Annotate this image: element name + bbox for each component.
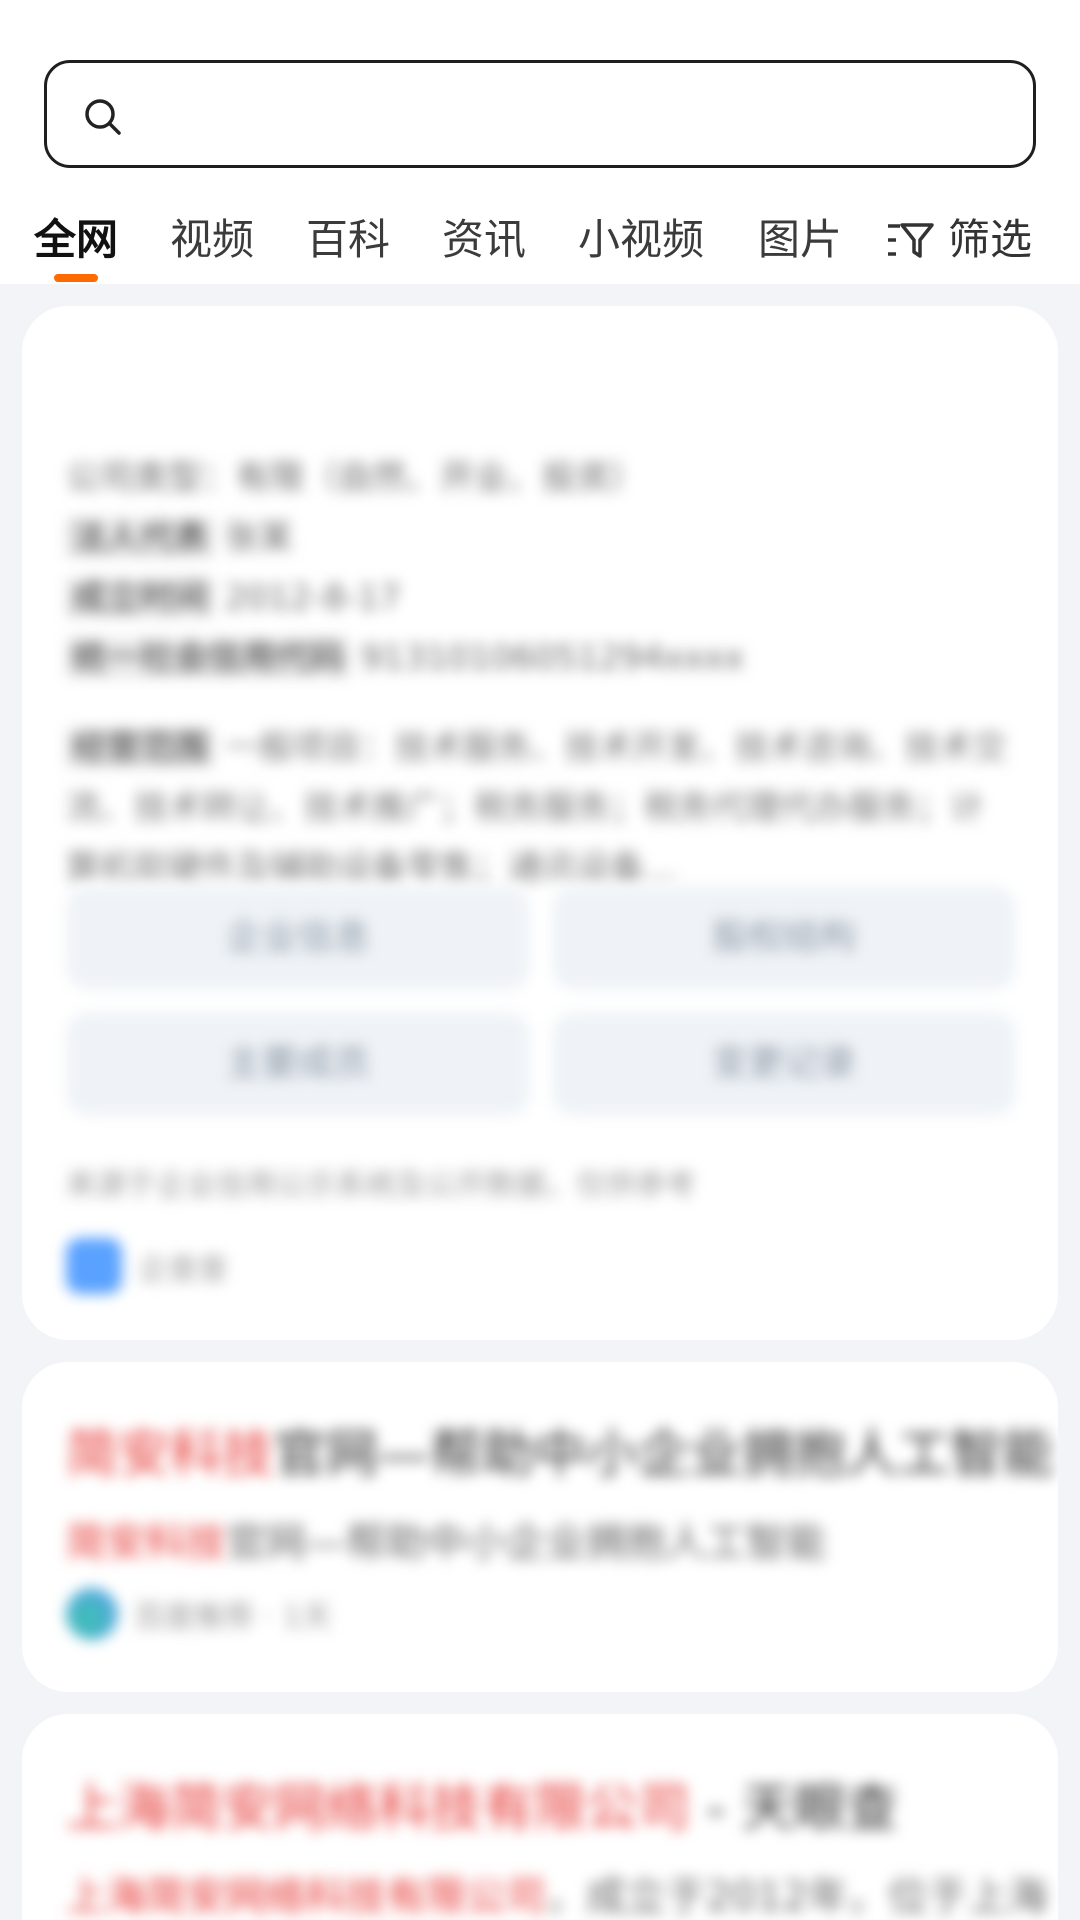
result-snippet: 上海简安网络科技有限公司，成立于2012年，位于上海 bbox=[66, 1864, 1048, 1920]
company-info-card[interactable]: 公司类型：有限（自然、开业、投资） 法人代表 张某 成立时间 2012-8-17… bbox=[22, 306, 1058, 1340]
company-info-button[interactable]: 企业信息 bbox=[66, 886, 530, 990]
tab-news[interactable]: 资讯 bbox=[442, 206, 526, 267]
title-rest: 官网—帮助中小企业拥抱人工智能 bbox=[274, 1425, 1055, 1485]
result-card-official-site[interactable]: 简安科技官网—帮助中小企业拥抱人工智能 简安科技官网—帮助中小企业拥抱人工智能 … bbox=[22, 1362, 1058, 1692]
filter-label: 筛选 bbox=[948, 215, 1033, 264]
source-logo-icon bbox=[66, 1238, 122, 1294]
source-name: 企查查 bbox=[138, 1252, 228, 1287]
filter-icon bbox=[888, 223, 934, 258]
snippet-rest: ，成立于2012年，位于上海 bbox=[546, 1874, 1048, 1920]
founded-date-line: 成立时间 2012-8-17 bbox=[66, 570, 401, 619]
result-title[interactable]: 简安科技官网—帮助中小企业拥抱人工智能 bbox=[66, 1412, 1054, 1487]
card-description: 来源于企业信用公示系统及公开数据，仅供参考 bbox=[66, 1168, 696, 1203]
legal-rep-value: 张某 bbox=[224, 518, 293, 558]
title-highlight: 上海简安网络科技有限公司 bbox=[66, 1779, 691, 1839]
business-scope-key: 经营范围 bbox=[66, 728, 214, 768]
snippet-rest: 官网—帮助中小企业拥抱人工智能 bbox=[226, 1520, 826, 1566]
title-highlight: 简安科技 bbox=[66, 1425, 275, 1485]
founded-date-key: 成立时间 bbox=[66, 578, 214, 618]
tab-images[interactable]: 图片 bbox=[758, 206, 842, 267]
key-members-button[interactable]: 主要成员 bbox=[66, 1012, 530, 1116]
title-rest: - 天眼查 bbox=[690, 1779, 898, 1839]
search-bar[interactable] bbox=[44, 60, 1036, 168]
snippet-highlight: 简安科技 bbox=[66, 1520, 226, 1566]
card-source[interactable]: 企查查 bbox=[66, 1238, 228, 1294]
credit-code-line: 统一社会信用代码 91310106051294xxxx bbox=[66, 630, 744, 679]
tab-short-video[interactable]: 小视频 bbox=[578, 206, 704, 267]
search-input[interactable] bbox=[147, 87, 1007, 143]
tab-video[interactable]: 视频 bbox=[170, 206, 254, 267]
change-records-button[interactable]: 变更记录 bbox=[552, 1012, 1016, 1116]
legal-rep-line: 法人代表 张某 bbox=[66, 510, 293, 559]
result-title[interactable]: 上海简安网络科技有限公司 - 天眼查 bbox=[66, 1766, 898, 1841]
source-logo-icon bbox=[66, 1588, 118, 1640]
credit-code-value: 91310106051294xxxx bbox=[360, 638, 745, 678]
tab-baike[interactable]: 百科 bbox=[306, 206, 390, 267]
result-snippet: 简安科技官网—帮助中小企业拥抱人工智能 bbox=[66, 1510, 826, 1568]
tab-all[interactable]: 全网 bbox=[34, 206, 118, 267]
tab-bar: 全网 视频 百科 资讯 小视频 图片 筛选 bbox=[0, 200, 1080, 284]
filter-button[interactable]: 筛选 bbox=[886, 206, 1032, 267]
header: 全网 视频 百科 资讯 小视频 图片 筛选 bbox=[0, 0, 1080, 284]
business-scope: 经营范围 一般项目：技术服务、技术开发、技术咨询、技术交流、技术转让、技术推广；… bbox=[66, 718, 1016, 898]
founded-date-value: 2012-8-17 bbox=[224, 578, 401, 618]
result-card-tianyancha[interactable]: 上海简安网络科技有限公司 - 天眼查 上海简安网络科技有限公司，成立于2012年… bbox=[22, 1714, 1058, 1920]
active-tab-indicator bbox=[54, 274, 98, 282]
snippet-highlight: 上海简安网络科技有限公司 bbox=[66, 1874, 546, 1920]
company-type-value: 公司类型：有限（自然、开业、投资） bbox=[66, 458, 644, 498]
company-type-line: 公司类型：有限（自然、开业、投资） bbox=[66, 450, 644, 499]
search-icon bbox=[85, 99, 121, 135]
legal-rep-key: 法人代表 bbox=[66, 518, 214, 558]
result-source[interactable]: 百度推荐 · 1天 bbox=[66, 1588, 332, 1640]
credit-code-key: 统一社会信用代码 bbox=[66, 638, 350, 678]
equity-structure-button[interactable]: 股权结构 bbox=[552, 886, 1016, 990]
source-name: 百度推荐 · 1天 bbox=[134, 1600, 332, 1635]
